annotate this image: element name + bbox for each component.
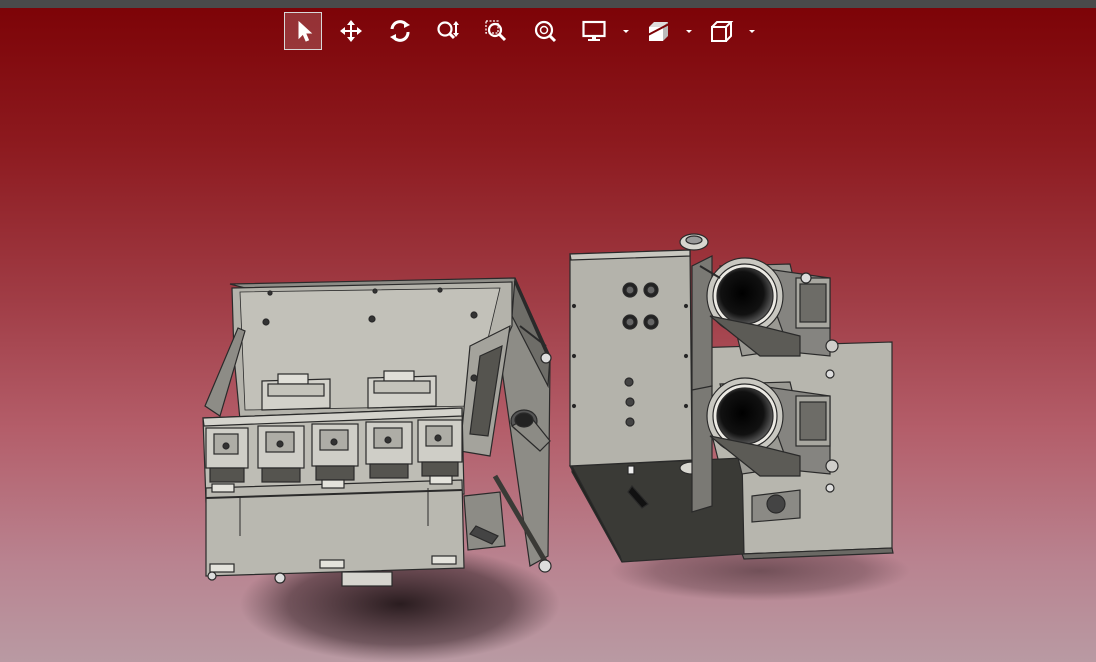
move-arrows-icon — [340, 20, 362, 42]
monitor-icon — [582, 20, 606, 41]
chevron-down-icon — [686, 30, 692, 33]
section-view-icon — [647, 22, 670, 41]
view-toolbar — [284, 12, 764, 52]
view-orientation-dropdown[interactable] — [747, 24, 757, 38]
display-mode-dropdown[interactable] — [621, 24, 631, 38]
valve-stack-2 — [257, 425, 305, 483]
valve-stack-1 — [205, 427, 249, 483]
rotate-icon — [390, 20, 410, 42]
zoom-window-icon — [485, 20, 507, 42]
zoom-fit-icon — [534, 20, 557, 43]
zoom-window-button[interactable] — [477, 12, 515, 50]
pan-tool-button[interactable] — [332, 12, 370, 50]
select-tool-button[interactable] — [284, 12, 322, 50]
window-top-strip — [0, 0, 1096, 8]
rotate-tool-button[interactable] — [381, 12, 419, 50]
zoom-tool-button[interactable] — [429, 12, 467, 50]
section-view-dropdown[interactable] — [684, 24, 694, 38]
valve-stack-4 — [365, 421, 413, 479]
zoom-fit-button[interactable] — [526, 12, 564, 50]
chevron-down-icon — [749, 30, 755, 33]
valve-stack-5 — [417, 419, 463, 477]
left-hydraulic-unit[interactable] — [202, 277, 552, 587]
3d-viewport[interactable] — [0, 56, 1096, 662]
chevron-down-icon — [623, 30, 629, 33]
motor-upper — [706, 257, 839, 357]
section-view-button[interactable] — [639, 12, 677, 50]
cad-model-scene — [202, 233, 910, 662]
view-orientation-button[interactable] — [702, 12, 740, 50]
right-hydraulic-unit[interactable] — [569, 233, 894, 563]
display-mode-button[interactable] — [575, 12, 613, 50]
cube-view-icon — [711, 21, 734, 42]
zoom-updown-icon — [437, 21, 459, 40]
valve-stack-3 — [311, 423, 359, 481]
cursor-arrow-icon — [298, 20, 313, 42]
